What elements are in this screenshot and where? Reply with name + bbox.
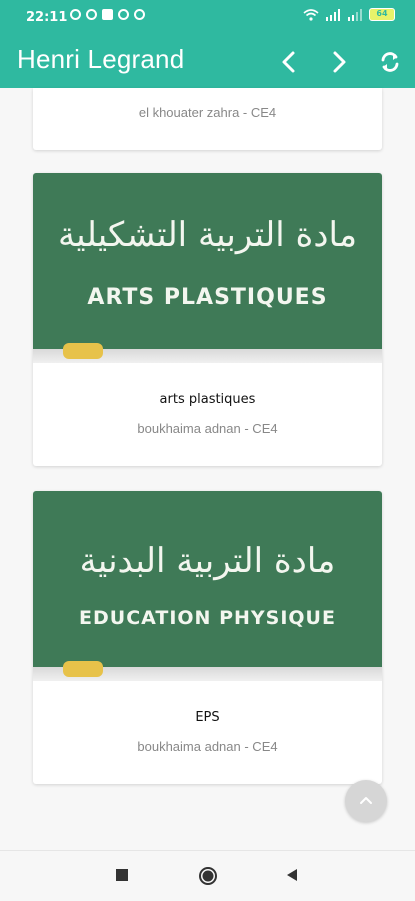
wifi-icon — [303, 8, 319, 21]
course-card[interactable]: مادة التربية البدنية EDUCATION PHYSIQUE … — [33, 491, 382, 784]
chevron-up-icon — [360, 797, 372, 804]
home-circle-icon[interactable] — [198, 866, 218, 886]
recents-square-icon[interactable] — [115, 868, 129, 882]
youtube-notification-icon — [102, 9, 113, 20]
scroll-top-button[interactable] — [345, 780, 387, 822]
signal-icon — [326, 8, 340, 21]
course-image: مادة التربية البدنية EDUCATION PHYSIQUE — [33, 491, 382, 681]
battery-icon: 64 — [369, 8, 395, 21]
course-teacher: boukhaima adnan - CE4 — [137, 421, 278, 436]
course-card[interactable]: el khouater zahra - CE4 — [33, 88, 382, 150]
course-image: مادة التربية التشكيلية ARTS PLASTIQUES — [33, 173, 382, 363]
course-image-arabic-text: مادة التربية التشكيلية — [57, 215, 358, 255]
course-teacher: boukhaima adnan - CE4 — [137, 739, 278, 754]
eraser-sponge — [63, 343, 103, 359]
signal-icon — [348, 8, 362, 21]
app-notification-icon — [134, 9, 145, 20]
app-notification-icon — [86, 9, 97, 20]
notification-icons — [70, 9, 145, 20]
system-icons: 64 — [303, 8, 395, 21]
chevron-right-icon[interactable] — [325, 48, 353, 76]
course-title: EPS — [195, 710, 220, 725]
app-title: Henri Legrand — [17, 44, 185, 74]
course-teacher: el khouater zahra - CE4 — [138, 105, 277, 120]
status-time: 22:11 — [26, 10, 68, 25]
status-bar: 22:11 64 — [0, 0, 415, 36]
course-image-latin-text: EDUCATION PHYSIQUE — [79, 607, 336, 629]
course-title: arts plastiques — [159, 392, 256, 407]
app-bar: Henri Legrand — [0, 36, 415, 88]
course-image-latin-text: ARTS PLASTIQUES — [87, 285, 328, 310]
system-nav-bar — [0, 850, 415, 901]
app-notification-icon — [118, 9, 129, 20]
back-triangle-icon[interactable] — [285, 868, 299, 882]
course-image-arabic-text: مادة التربية البدنية — [79, 541, 336, 581]
eraser-sponge — [63, 661, 103, 677]
settings-notification-icon — [70, 9, 81, 20]
chevron-left-icon[interactable] — [275, 48, 303, 76]
course-card[interactable]: مادة التربية التشكيلية ARTS PLASTIQUES a… — [33, 173, 382, 466]
refresh-icon[interactable] — [376, 48, 404, 76]
